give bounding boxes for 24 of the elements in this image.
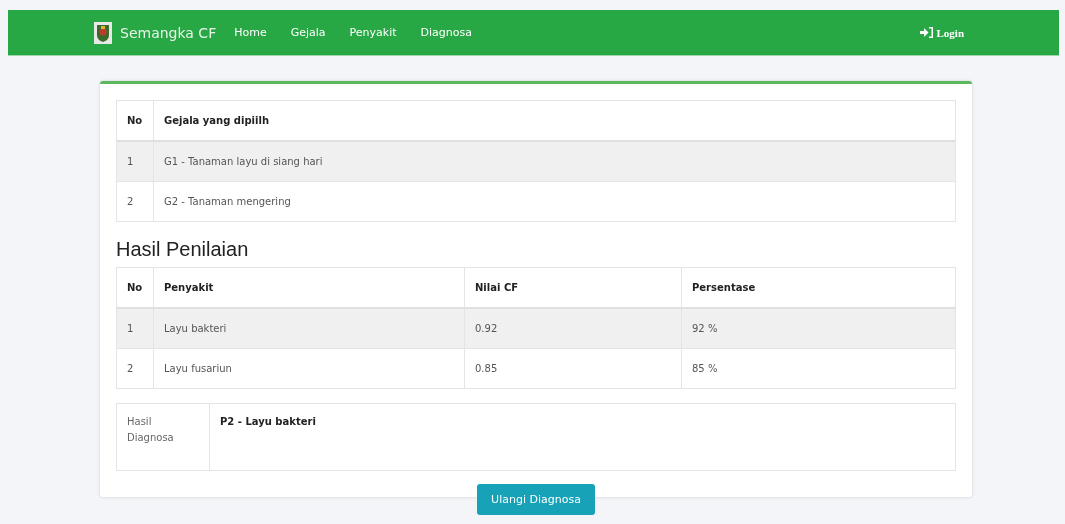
emblem-icon	[94, 21, 112, 44]
diagnosis-value: P2 - Layu bakteri	[209, 403, 956, 471]
nav-link[interactable]: Penyakit	[349, 26, 397, 39]
table-cell: 0.92	[464, 308, 682, 349]
table-cell: Layu bakteri	[153, 308, 465, 349]
table-cell: 0.85	[464, 348, 682, 389]
section-heading: Hasil Penilaian	[116, 238, 250, 261]
diagnosis-label: Hasil Diagnosa	[116, 403, 210, 471]
table-cell: 85 %	[681, 348, 956, 389]
nav-link[interactable]: Diagnosa	[420, 26, 472, 39]
login-icon	[920, 27, 934, 38]
table-cell: G2 - Tanaman mengering	[153, 181, 956, 222]
nav-link[interactable]: Home	[234, 26, 267, 39]
table-cell: G1 - Tanaman layu di siang hari	[153, 141, 956, 182]
table-cell: Layu fusariun	[153, 348, 465, 389]
table-cell: 2	[116, 181, 154, 222]
retry-button[interactable]: Ulangi Diagnosa	[477, 484, 595, 515]
table-cell: 92 %	[681, 308, 956, 349]
table-cell: 2	[116, 348, 154, 389]
login-link[interactable]: Login	[920, 26, 964, 39]
brand-link[interactable]: Semangka CF	[120, 24, 217, 41]
table-cell: 1	[116, 141, 154, 182]
table-cell: 1	[116, 308, 154, 349]
nav-link[interactable]: Gejala	[290, 26, 326, 39]
